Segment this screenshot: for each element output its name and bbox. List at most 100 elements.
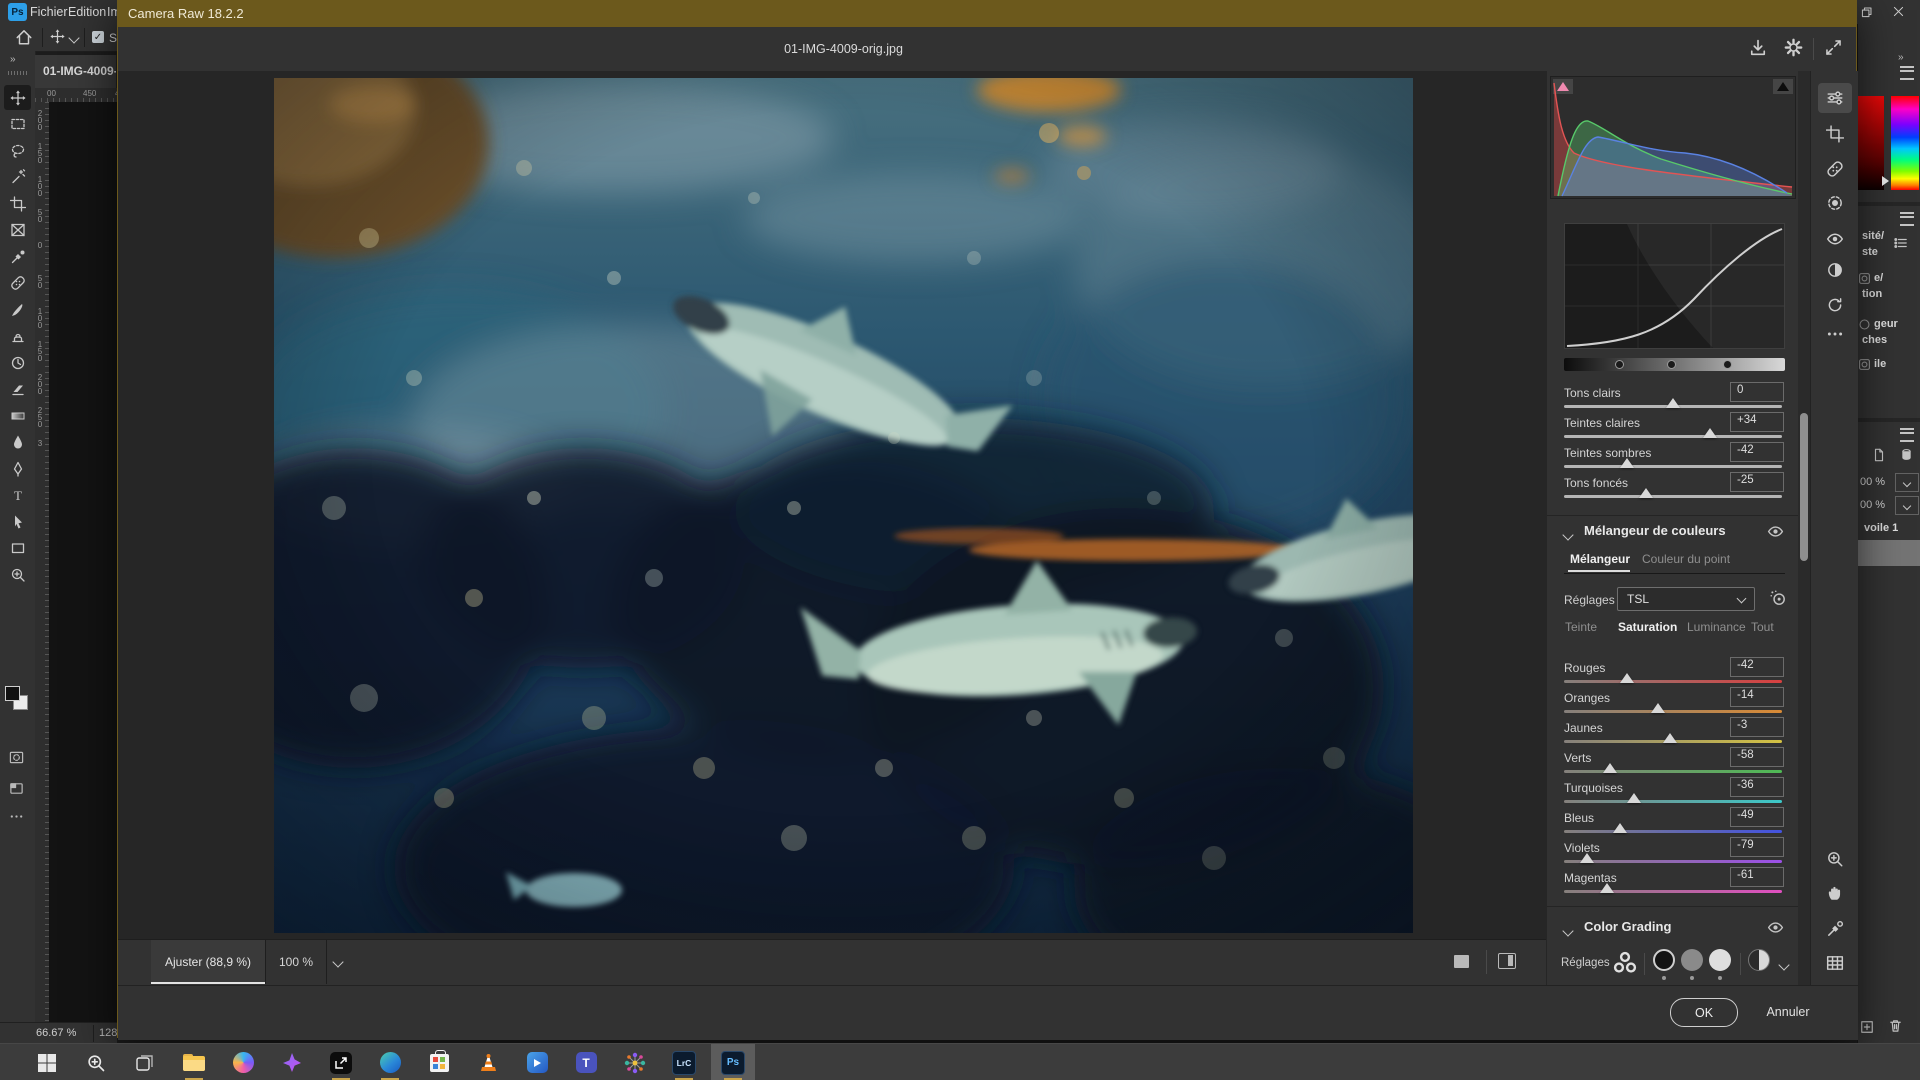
tool-brush[interactable]: [4, 297, 31, 322]
hand-tool[interactable]: [1818, 878, 1852, 908]
slider-thumb[interactable]: [1580, 853, 1594, 863]
move-tool-icon[interactable]: [50, 29, 65, 47]
slider-thumb[interactable]: [1603, 763, 1617, 773]
mixer-section-title[interactable]: Mélangeur de couleurs: [1584, 523, 1726, 538]
slider-thumb[interactable]: [1651, 703, 1665, 713]
slider-value[interactable]: -42: [1730, 657, 1784, 677]
zoom-tool[interactable]: [1818, 844, 1852, 874]
ok-button[interactable]: OK: [1670, 998, 1738, 1027]
slider-value[interactable]: -61: [1730, 867, 1784, 887]
slider-value[interactable]: -36: [1730, 777, 1784, 797]
opacity-dropdown[interactable]: [1895, 473, 1919, 492]
tool-marquee[interactable]: [4, 112, 31, 137]
sampler-tool[interactable]: [1818, 914, 1852, 944]
tool-magic-wand[interactable]: [4, 165, 31, 190]
tool-eyedropper[interactable]: [4, 244, 31, 269]
photo-preview[interactable]: [274, 78, 1413, 933]
list-view-icon[interactable]: [1894, 236, 1908, 253]
three-way-wheels-icon[interactable]: [1613, 951, 1637, 978]
before-after-icon[interactable]: [1498, 953, 1516, 969]
more-tools-icon[interactable]: [9, 809, 24, 827]
screen-mode-icon[interactable]: [9, 781, 24, 799]
taskbar-media-player[interactable]: [515, 1044, 559, 1080]
slider-track[interactable]: [1564, 405, 1782, 408]
slider-value[interactable]: +34: [1730, 412, 1784, 432]
eye-icon[interactable]: [1767, 523, 1784, 543]
heal-tool[interactable]: [1818, 154, 1852, 184]
taskbar-diagram-app[interactable]: [613, 1044, 657, 1080]
slider-track[interactable]: [1564, 435, 1782, 438]
eye-icon[interactable]: [1767, 919, 1784, 939]
tool-gradient[interactable]: [4, 403, 31, 428]
zoom-dropdown-chevron-icon[interactable]: [332, 956, 343, 967]
chevron-down-icon[interactable]: [68, 32, 79, 43]
slider-thumb[interactable]: [1613, 823, 1627, 833]
slider-track[interactable]: [1564, 860, 1782, 863]
panel-menu-icon[interactable]: [1900, 428, 1914, 442]
subtab-tout[interactable]: Tout: [1751, 620, 1774, 634]
color-grading-title[interactable]: Color Grading: [1584, 919, 1671, 934]
crop-tool[interactable]: [1818, 119, 1852, 149]
toolbar-grip[interactable]: [8, 71, 27, 75]
slider-value[interactable]: -79: [1730, 837, 1784, 857]
tool-pen[interactable]: [4, 456, 31, 481]
layer-name[interactable]: voile 1: [1864, 522, 1898, 534]
taskbar-copilot[interactable]: [221, 1044, 265, 1080]
slider-value[interactable]: -14: [1730, 687, 1784, 707]
fill-value[interactable]: 00 %: [1860, 499, 1885, 511]
taskbar-teams[interactable]: T: [564, 1044, 608, 1080]
eye-tool[interactable]: [1818, 224, 1852, 254]
fullscreen-icon[interactable]: [1824, 38, 1843, 60]
zoom-level-value[interactable]: 100 %: [270, 940, 322, 984]
slider-thumb[interactable]: [1620, 673, 1634, 683]
slider-value[interactable]: -58: [1730, 747, 1784, 767]
targeted-adjustment-icon[interactable]: [1769, 589, 1787, 610]
document-tab[interactable]: 01-IMG-4009-orig: [35, 55, 117, 88]
tone-curve[interactable]: [1564, 223, 1785, 349]
slider-track[interactable]: [1564, 495, 1782, 498]
save-image-icon[interactable]: [1748, 38, 1768, 61]
tab-melangeur[interactable]: Mélangeur: [1570, 552, 1630, 566]
slider-track[interactable]: [1564, 740, 1782, 743]
tool-eraser[interactable]: [4, 377, 31, 402]
tool-zoom[interactable]: [4, 562, 31, 587]
slider-thumb[interactable]: [1703, 428, 1717, 438]
region-split-handle[interactable]: [1667, 360, 1676, 369]
presets-tool[interactable]: [1818, 255, 1852, 285]
mask-tool[interactable]: [1818, 188, 1852, 218]
slider-track[interactable]: [1564, 680, 1782, 683]
taskbar-capture[interactable]: [319, 1044, 363, 1080]
histogram[interactable]: [1550, 76, 1796, 199]
taskbar-task-view[interactable]: [123, 1044, 167, 1080]
slider-thumb[interactable]: [1639, 488, 1653, 498]
tool-lasso[interactable]: [4, 138, 31, 163]
hue-strip[interactable]: [1891, 96, 1919, 190]
taskbar-edge[interactable]: [368, 1044, 412, 1080]
tab-couleur-du-point[interactable]: Couleur du point: [1642, 552, 1730, 566]
slider-track[interactable]: [1564, 830, 1782, 833]
slider-thumb[interactable]: [1663, 733, 1677, 743]
subtab-teinte[interactable]: Teinte: [1565, 620, 1597, 634]
slider-thumb[interactable]: [1666, 398, 1680, 408]
fill-dropdown[interactable]: [1895, 496, 1919, 515]
refresh-tool[interactable]: [1818, 290, 1852, 320]
subtab-luminance[interactable]: Luminance: [1687, 620, 1746, 634]
slider-value[interactable]: -3: [1730, 717, 1784, 737]
selected-layer-row[interactable]: [1858, 540, 1920, 566]
tool-type[interactable]: T: [4, 483, 31, 508]
taskbar-designer[interactable]: [270, 1044, 314, 1080]
slider-thumb[interactable]: [1627, 793, 1641, 803]
menu-fichier[interactable]: Fichier: [30, 0, 68, 24]
settings-dropdown[interactable]: TSL: [1617, 587, 1755, 611]
color-field[interactable]: [1858, 96, 1884, 190]
fill-type-icon[interactable]: [1900, 448, 1913, 464]
curve-region-strip[interactable]: [1564, 358, 1785, 371]
tool-crop[interactable]: [4, 191, 31, 216]
gear-icon[interactable]: [1784, 38, 1803, 60]
window-restore-button[interactable]: [1860, 6, 1873, 22]
delete-layer-icon[interactable]: [1888, 1018, 1903, 1036]
taskbar-lightroom[interactable]: LrC: [662, 1044, 706, 1080]
tool-frame[interactable]: [4, 218, 31, 243]
menu-edition[interactable]: Edition: [68, 0, 106, 24]
slider-value[interactable]: -42: [1730, 442, 1784, 462]
